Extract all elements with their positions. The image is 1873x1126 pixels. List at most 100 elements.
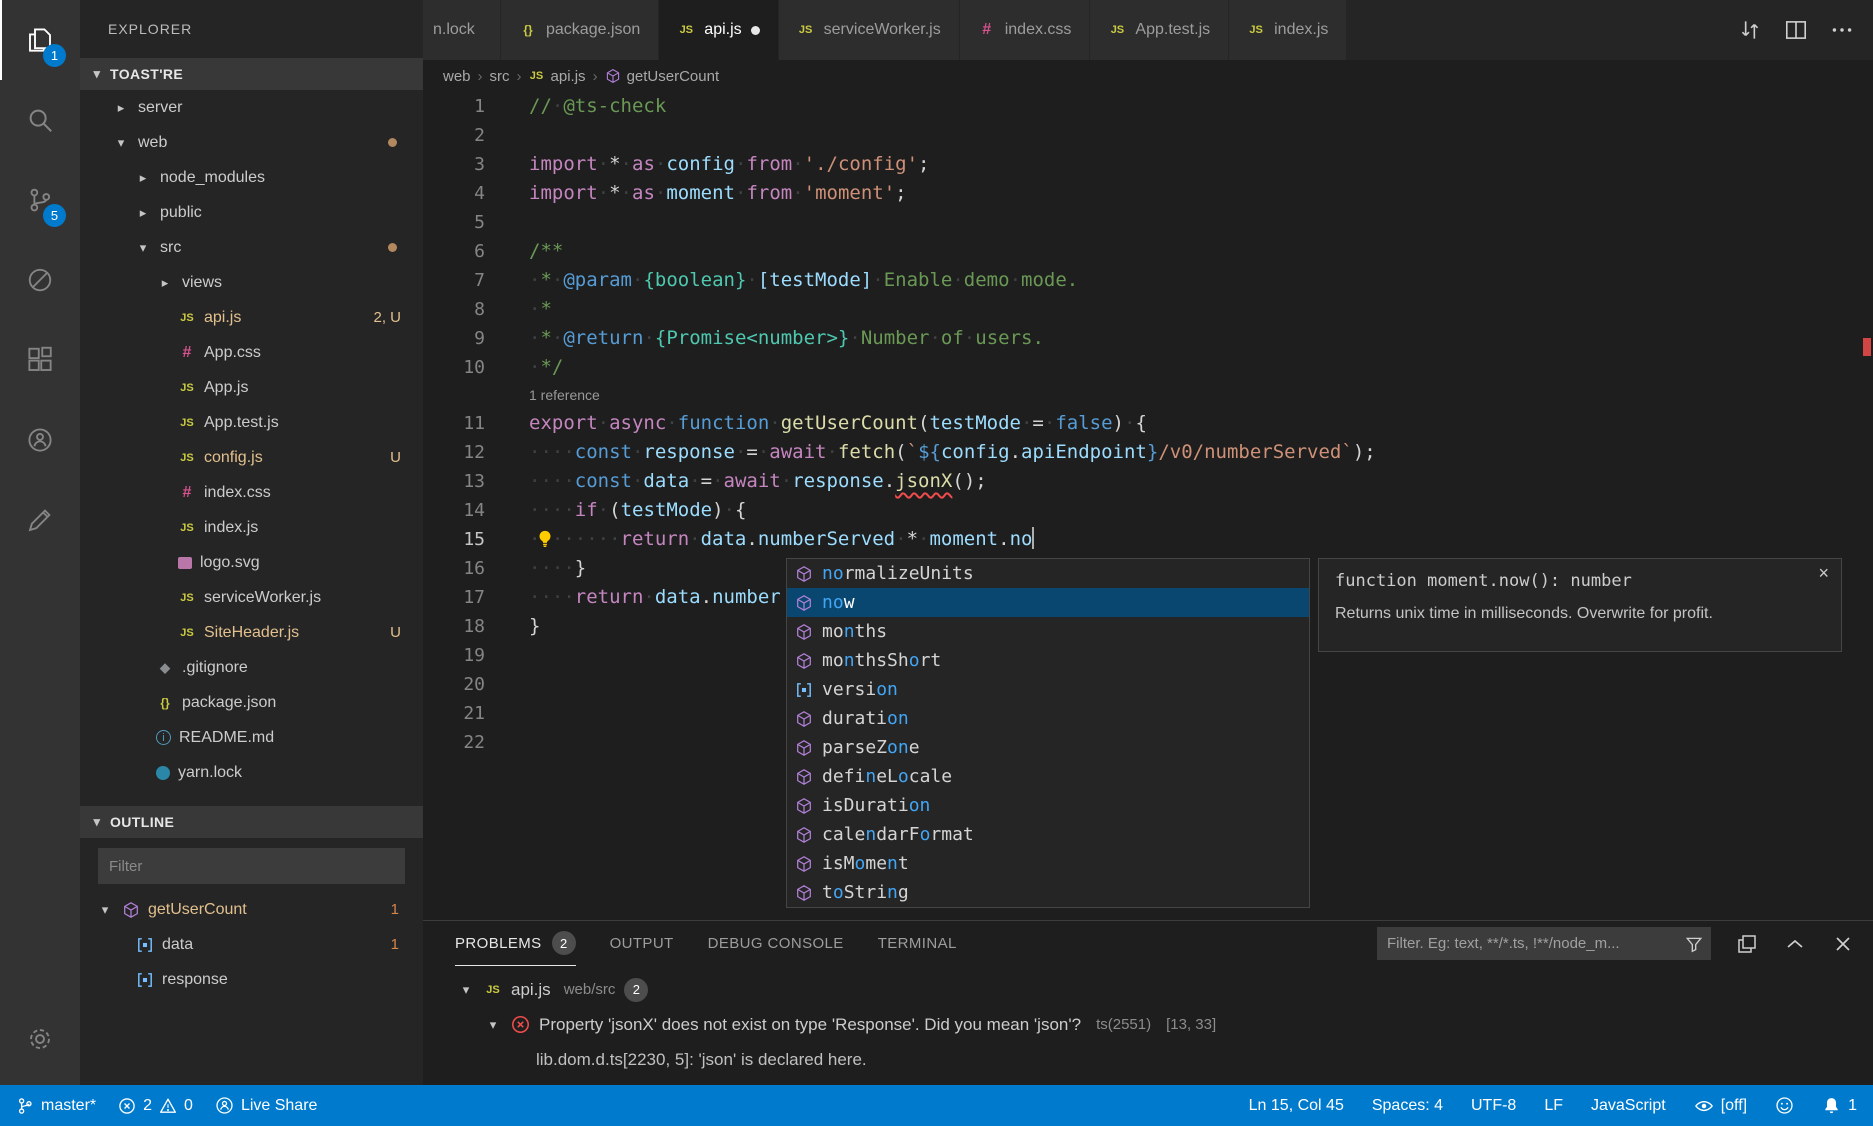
collapse-all-icon[interactable] xyxy=(1735,932,1759,956)
tree-item-serviceWorker.js[interactable]: JSserviceWorker.js xyxy=(80,580,423,615)
line-number[interactable]: 5 xyxy=(423,208,485,237)
suggestion-isDuration[interactable]: isDuration xyxy=(787,791,1309,820)
panel-tab-terminal[interactable]: TERMINAL xyxy=(878,921,957,966)
outline-section-header[interactable]: ▾ OUTLINE xyxy=(80,806,423,838)
suggestion-parseZone[interactable]: parseZone xyxy=(787,733,1309,762)
outline-item-data[interactable]: data1 xyxy=(80,927,423,962)
tree-item-index.css[interactable]: #index.css xyxy=(80,475,423,510)
suggestion-now[interactable]: now xyxy=(787,588,1309,617)
problems-error-row[interactable]: ▾ Property 'jsonX' does not exist on typ… xyxy=(423,1007,1873,1042)
breadcrumb-item-api.js[interactable]: JSapi.js xyxy=(529,68,586,85)
encoding-status[interactable]: UTF-8 xyxy=(1471,1097,1516,1115)
feedback-status[interactable] xyxy=(1775,1096,1794,1115)
tree-item-public[interactable]: ▸public xyxy=(80,195,423,230)
code-line-5[interactable]: 5 xyxy=(423,208,1873,237)
suggestion-toString[interactable]: toString xyxy=(787,878,1309,907)
modified-dot[interactable] xyxy=(751,26,760,35)
line-number[interactable]: 10 xyxy=(423,353,485,382)
notifications-status[interactable]: 1 xyxy=(1822,1096,1857,1115)
panel-tab-debug-console[interactable]: DEBUG CONSOLE xyxy=(708,921,844,966)
suggestion-normalizeUnits[interactable]: normalizeUnits xyxy=(787,559,1309,588)
close-icon[interactable]: × xyxy=(1818,563,1829,584)
codelens-references[interactable]: 1 reference xyxy=(423,382,1873,409)
line-number[interactable]: 4 xyxy=(423,179,485,208)
line-number[interactable]: 15 xyxy=(423,525,485,554)
activity-extensions[interactable] xyxy=(0,320,80,400)
tree-item-server[interactable]: ▸server xyxy=(80,90,423,125)
breadcrumb-item-src[interactable]: src xyxy=(490,68,510,85)
live-share-status[interactable]: Live Share xyxy=(215,1096,318,1115)
line-number[interactable]: 8 xyxy=(423,295,485,324)
tree-item-yarn.lock[interactable]: yarn.lock xyxy=(80,755,423,790)
split-editor-icon[interactable] xyxy=(1783,17,1809,43)
tab-n.lock[interactable]: n.lock xyxy=(423,0,501,60)
tree-item-App.test.js[interactable]: JSApp.test.js xyxy=(80,405,423,440)
activity-edit-extension[interactable] xyxy=(0,480,80,560)
language-status[interactable]: JavaScript xyxy=(1591,1097,1666,1115)
line-number[interactable]: 2 xyxy=(423,121,485,150)
tab-App.test.js[interactable]: JSApp.test.js xyxy=(1090,0,1229,60)
breadcrumb-item-web[interactable]: web xyxy=(443,68,471,85)
suggestion-monthsShort[interactable]: monthsShort xyxy=(787,646,1309,675)
code-line-10[interactable]: 10·*/ xyxy=(423,353,1873,382)
line-number[interactable]: 21 xyxy=(423,699,485,728)
tree-item-logo.svg[interactable]: logo.svg xyxy=(80,545,423,580)
panel-tab-output[interactable]: OUTPUT xyxy=(610,921,674,966)
line-number[interactable]: 1 xyxy=(423,92,485,121)
tree-item-.gitignore[interactable]: ◆.gitignore xyxy=(80,650,423,685)
code-line-1[interactable]: 1//·@ts-check xyxy=(423,92,1873,121)
tree-item-SiteHeader.js[interactable]: JSSiteHeader.jsU xyxy=(80,615,423,650)
line-number[interactable]: 19 xyxy=(423,641,485,670)
code-line-2[interactable]: 2 xyxy=(423,121,1873,150)
line-number[interactable]: 6 xyxy=(423,237,485,266)
workspace-section-header[interactable]: ▾ TOAST'RE xyxy=(80,58,423,90)
tree-item-api.js[interactable]: JSapi.js2, U xyxy=(80,300,423,335)
tab-api.js[interactable]: JSapi.js xyxy=(659,0,778,60)
tab-serviceWorker.js[interactable]: JSserviceWorker.js xyxy=(779,0,960,60)
activity-source-control[interactable]: 5 xyxy=(0,160,80,240)
line-number[interactable]: 20 xyxy=(423,670,485,699)
problems-filter-input[interactable] xyxy=(1377,935,1711,952)
code-line-3[interactable]: 3import·*·as·config·from·'./config'; xyxy=(423,150,1873,179)
maximize-panel-icon[interactable] xyxy=(1783,932,1807,956)
code-editor[interactable]: 1//·@ts-check23import·*·as·config·from·'… xyxy=(423,92,1873,920)
code-line-4[interactable]: 4import·*·as·moment·from·'moment'; xyxy=(423,179,1873,208)
cursor-position-status[interactable]: Ln 15, Col 45 xyxy=(1249,1097,1344,1115)
suggestion-version[interactable]: version xyxy=(787,675,1309,704)
git-branch-status[interactable]: master* xyxy=(16,1097,96,1115)
suggestion-calendarFormat[interactable]: calendarFormat xyxy=(787,820,1309,849)
activity-settings[interactable] xyxy=(0,999,80,1079)
tree-item-web[interactable]: ▾web xyxy=(80,125,423,160)
tree-item-node_modules[interactable]: ▸node_modules xyxy=(80,160,423,195)
activity-debug[interactable] xyxy=(0,240,80,320)
line-number[interactable]: 22 xyxy=(423,728,485,757)
tree-item-README.md[interactable]: iREADME.md xyxy=(80,720,423,755)
outline-item-getUserCount[interactable]: ▾getUserCount1 xyxy=(80,892,423,927)
code-line-7[interactable]: 7·*·@param·{boolean}·[testMode]·Enable·d… xyxy=(423,266,1873,295)
indentation-status[interactable]: Spaces: 4 xyxy=(1372,1097,1443,1115)
outline-filter-input[interactable] xyxy=(98,848,405,884)
more-actions-icon[interactable] xyxy=(1829,17,1855,43)
line-number[interactable]: 14 xyxy=(423,496,485,525)
close-panel-icon[interactable] xyxy=(1831,932,1855,956)
line-number[interactable]: 11 xyxy=(423,409,485,438)
problems-status[interactable]: 2 0 xyxy=(118,1097,193,1115)
code-line-9[interactable]: 9·*·@return·{Promise<number>}·Number·of·… xyxy=(423,324,1873,353)
tree-item-index.js[interactable]: JSindex.js xyxy=(80,510,423,545)
line-number[interactable]: 3 xyxy=(423,150,485,179)
panel-tab-problems[interactable]: PROBLEMS2 xyxy=(455,921,576,966)
activity-explorer[interactable]: 1 xyxy=(0,0,80,80)
code-line-15[interactable]: 15········return·data.numberServed·*·mom… xyxy=(423,525,1873,554)
outline-item-response[interactable]: response xyxy=(80,962,423,997)
filter-icon[interactable] xyxy=(1685,935,1703,953)
code-line-8[interactable]: 8·* xyxy=(423,295,1873,324)
open-changes-icon[interactable] xyxy=(1737,17,1763,43)
tree-item-App.css[interactable]: #App.css xyxy=(80,335,423,370)
line-number[interactable]: 16 xyxy=(423,554,485,583)
suggestion-duration[interactable]: duration xyxy=(787,704,1309,733)
code-line-14[interactable]: 14····if·(testMode)·{ xyxy=(423,496,1873,525)
suggestion-months[interactable]: months xyxy=(787,617,1309,646)
tree-item-App.js[interactable]: JSApp.js xyxy=(80,370,423,405)
code-line-6[interactable]: 6/** xyxy=(423,237,1873,266)
line-number[interactable]: 18 xyxy=(423,612,485,641)
